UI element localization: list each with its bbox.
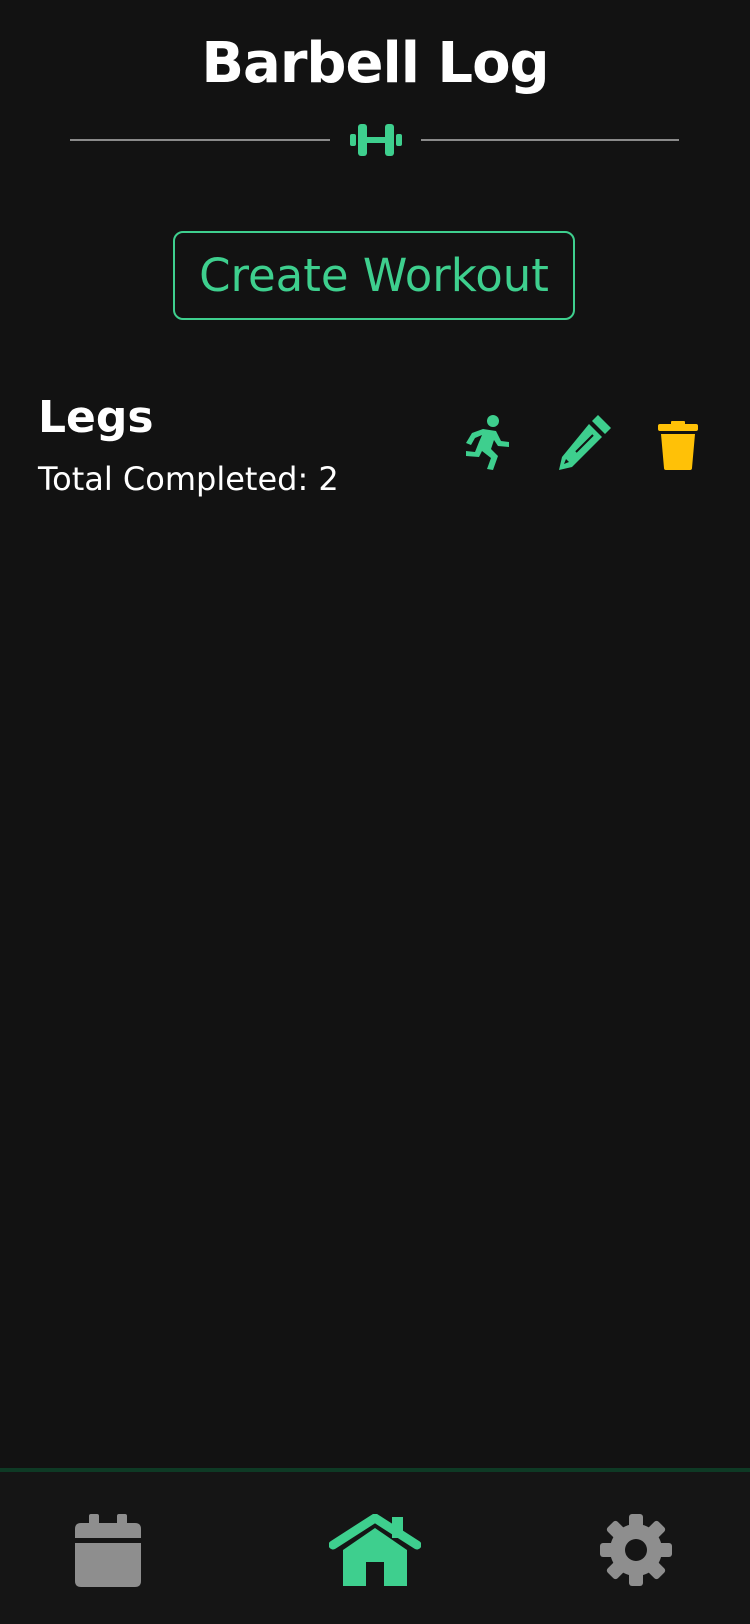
header-divider-left	[70, 139, 330, 141]
running-icon[interactable]	[462, 412, 520, 472]
create-workout-button[interactable]: Create Workout	[173, 231, 575, 320]
home-icon	[329, 1514, 421, 1586]
gear-icon	[600, 1514, 680, 1586]
workout-list-item: Legs Total Completed: 2	[0, 380, 750, 510]
workout-name: Legs	[38, 392, 154, 443]
nav-home[interactable]	[329, 1514, 421, 1594]
pencil-icon[interactable]	[556, 412, 614, 472]
dumbbell-icon	[350, 120, 402, 160]
calendar-icon	[75, 1514, 155, 1588]
app-title: Barbell Log	[201, 31, 549, 96]
nav-settings[interactable]	[600, 1514, 680, 1594]
nav-calendar[interactable]	[75, 1514, 155, 1594]
workout-completed-count: Total Completed: 2	[38, 460, 339, 498]
header-divider-right	[421, 139, 679, 141]
trash-icon[interactable]	[656, 412, 708, 472]
bottom-navigation	[0, 1468, 750, 1624]
